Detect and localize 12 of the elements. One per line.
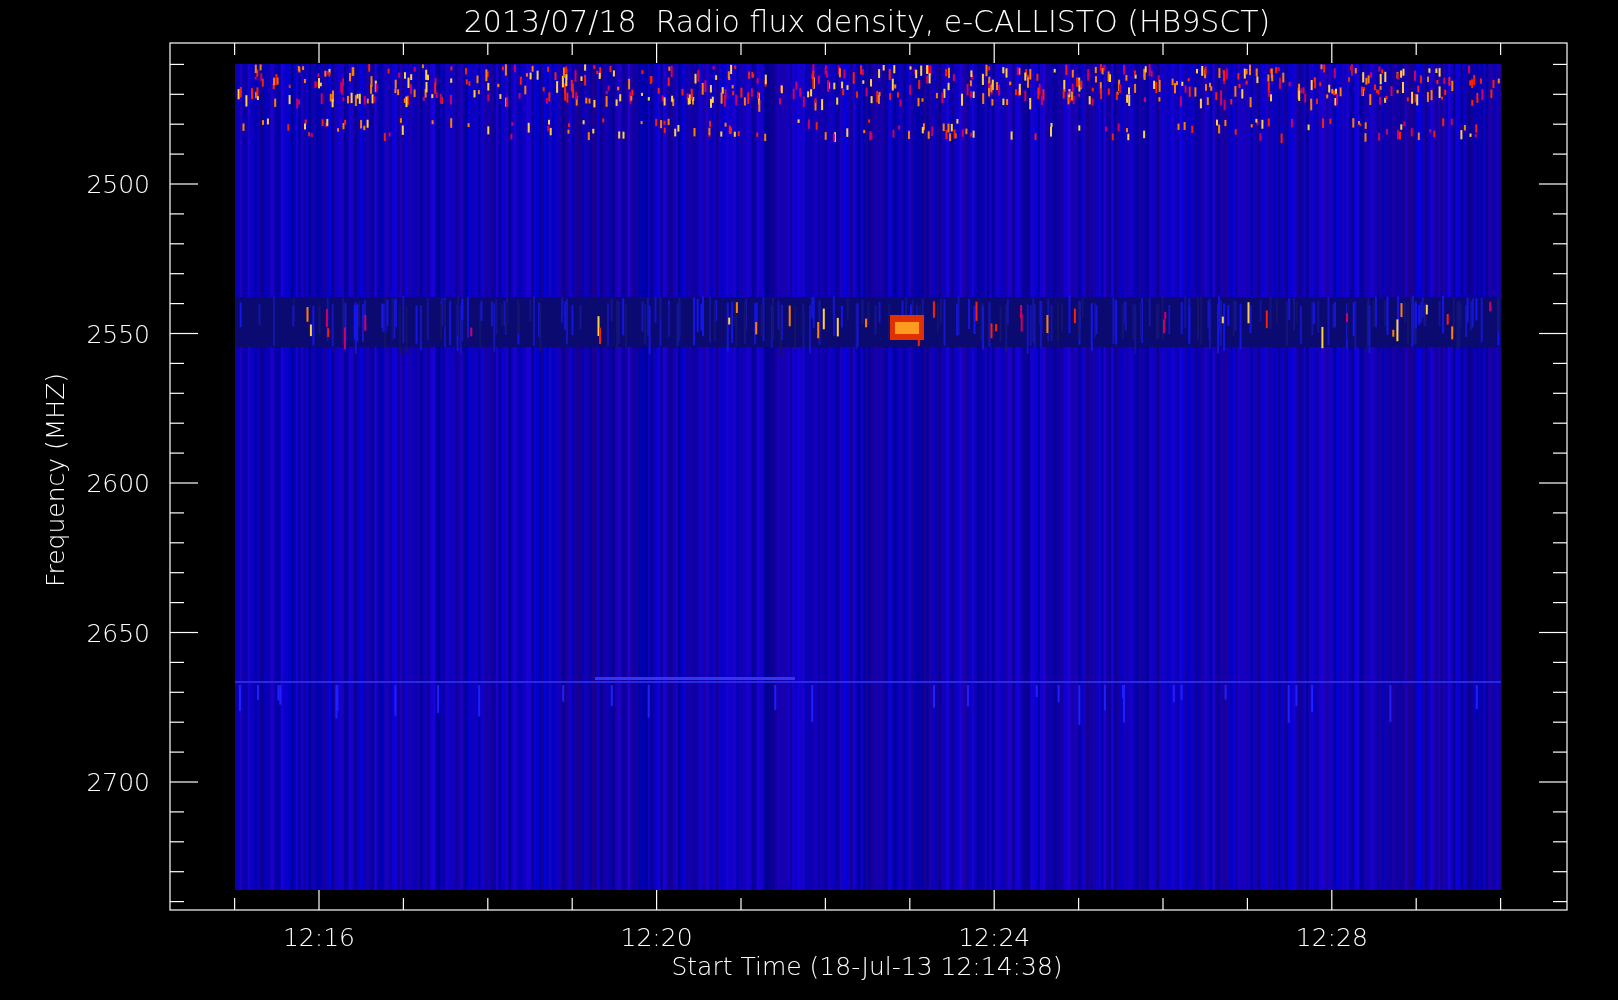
x-tick-label: 12:16 <box>283 923 355 952</box>
y-tick-label: 2650 <box>86 618 150 648</box>
x-tick-label: 12:28 <box>1295 923 1368 952</box>
x-tick-label: 12:24 <box>958 923 1031 952</box>
y-tick-label: 2700 <box>86 768 150 797</box>
y-tick-label: 2600 <box>86 469 150 498</box>
x-tick-label: 12:20 <box>620 923 693 952</box>
y-tick-label: 2550 <box>86 319 150 349</box>
y-axis-label: Frequency (MHZ) <box>41 372 70 588</box>
chart-title: 2013/07/18 Radio flux density, e-CALLISTO (HB9SCT) <box>463 4 1271 39</box>
x-axis-label: Start Time (18-Jul-13 12:14:38) <box>671 952 1063 981</box>
y-tick-label: 2500 <box>86 170 150 199</box>
